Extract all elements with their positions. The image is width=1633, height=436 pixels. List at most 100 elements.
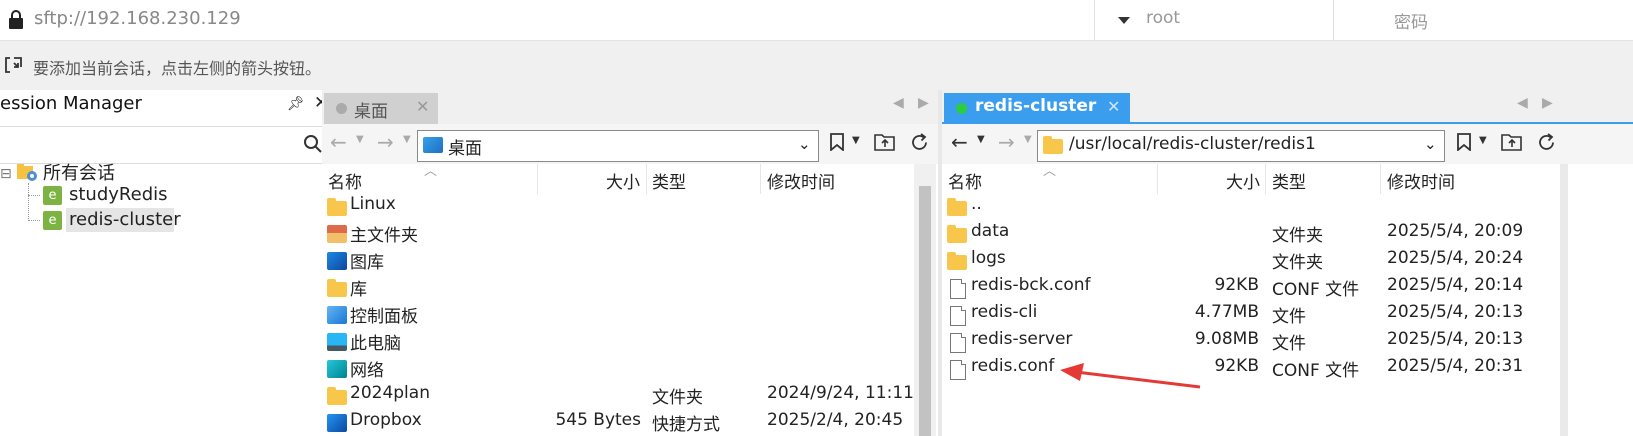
file-icon bbox=[950, 360, 966, 380]
file-name[interactable]: redis.conf bbox=[971, 356, 1054, 376]
remote-file-list bbox=[942, 164, 1633, 436]
file-name[interactable]: redis-bck.conf bbox=[971, 275, 1090, 295]
file-modified: 2025/5/4, 20:13 bbox=[1387, 302, 1524, 322]
back-icon[interactable]: ← bbox=[951, 130, 968, 154]
username-input[interactable]: root bbox=[1146, 8, 1180, 28]
file-name[interactable]: 控制面板 bbox=[350, 302, 418, 327]
remote-path-input[interactable]: /usr/local/redis-cluster/redis1 ⌄ bbox=[1037, 130, 1445, 162]
file-icon bbox=[950, 306, 966, 326]
url-input[interactable]: sftp://192.168.230.129 bbox=[34, 8, 241, 29]
back-icon[interactable]: ← bbox=[330, 130, 347, 154]
folder-icon bbox=[327, 198, 347, 216]
file-name[interactable]: Linux bbox=[350, 194, 396, 214]
dropbox-icon bbox=[327, 414, 347, 432]
file-name[interactable]: redis-server bbox=[971, 329, 1072, 349]
column-header-type[interactable]: 类型 bbox=[652, 168, 686, 193]
url-dropdown-icon[interactable] bbox=[1118, 17, 1130, 24]
file-modified: 2025/5/4, 20:31 bbox=[1387, 356, 1524, 376]
file-modified: 2025/5/4, 20:09 bbox=[1387, 221, 1524, 241]
bookmark-icon[interactable] bbox=[1457, 133, 1471, 151]
file-size: 4.77MB bbox=[1194, 302, 1259, 322]
tree-root-label[interactable]: 所有会话 bbox=[43, 159, 115, 185]
file-name[interactable]: 图库 bbox=[350, 248, 384, 273]
file-type: CONF 文件 bbox=[1272, 361, 1360, 381]
session-item-redis-cluster[interactable]: redis-cluster bbox=[69, 209, 181, 230]
connection-bar bbox=[0, 0, 1633, 41]
tab-close-icon[interactable]: ✕ bbox=[1107, 97, 1120, 116]
file-type: 快捷方式 bbox=[652, 415, 720, 435]
remote-path-text: /usr/local/redis-cluster/redis1 bbox=[1069, 134, 1316, 154]
refresh-icon[interactable] bbox=[1536, 132, 1557, 153]
local-path-input[interactable]: 桌面 ⌄ bbox=[417, 130, 819, 162]
bookmark-dropdown-icon[interactable]: ▼ bbox=[852, 135, 860, 146]
sort-ascending-icon: ︿ bbox=[1043, 164, 1057, 179]
lock-icon bbox=[9, 10, 23, 29]
file-name[interactable]: 此电脑 bbox=[350, 329, 401, 354]
file-name[interactable]: Dropbox bbox=[350, 410, 422, 430]
control-panel-icon bbox=[327, 306, 347, 324]
chevron-down-icon[interactable]: ⌄ bbox=[798, 135, 811, 153]
local-path-text: 桌面 bbox=[448, 139, 482, 159]
tab-remote-redis-cluster[interactable]: redis-cluster ✕ bbox=[944, 93, 1130, 124]
tab-scroll-left-icon[interactable]: ◀ bbox=[893, 95, 904, 111]
file-name[interactable]: 库 bbox=[350, 275, 367, 300]
password-input[interactable]: 密码 bbox=[1394, 8, 1428, 33]
file-size: 92KB bbox=[1214, 275, 1259, 295]
collapse-icon[interactable]: ⊟ bbox=[0, 166, 12, 182]
back-dropdown-icon[interactable]: ▼ bbox=[356, 134, 364, 145]
column-header-type[interactable]: 类型 bbox=[1272, 168, 1306, 193]
file-type: 文件夹 bbox=[1272, 253, 1323, 273]
file-name[interactable]: logs bbox=[971, 248, 1006, 268]
tab-scroll-left-icon[interactable]: ◀ bbox=[1517, 95, 1528, 111]
file-name[interactable]: redis-cli bbox=[971, 302, 1037, 322]
file-type: 文件 bbox=[1272, 334, 1306, 354]
file-type: 文件 bbox=[1272, 307, 1306, 327]
file-name[interactable]: 网络 bbox=[350, 356, 384, 381]
local-scrollbar-thumb[interactable] bbox=[919, 186, 931, 436]
tab-label: 桌面 bbox=[354, 102, 388, 122]
folder-icon bbox=[327, 279, 347, 297]
remote-scrollbar[interactable] bbox=[1560, 164, 1568, 436]
bookmark-icon[interactable] bbox=[830, 133, 844, 151]
file-size: 9.08MB bbox=[1194, 329, 1259, 349]
file-size: 92KB bbox=[1214, 356, 1259, 376]
forward-dropdown-icon[interactable]: ▼ bbox=[1024, 134, 1032, 145]
column-header-name[interactable]: 名称 bbox=[948, 168, 982, 193]
pin-icon[interactable]: 📌︎ bbox=[287, 96, 305, 112]
column-header-name[interactable]: 名称 bbox=[328, 168, 362, 193]
file-name[interactable]: 主文件夹 bbox=[350, 221, 418, 246]
forward-dropdown-icon[interactable]: ▼ bbox=[403, 134, 411, 145]
folder-icon bbox=[947, 225, 967, 243]
column-header-size[interactable]: 大小 bbox=[606, 168, 640, 193]
forward-icon[interactable]: → bbox=[377, 130, 394, 154]
back-dropdown-icon[interactable]: ▼ bbox=[977, 134, 985, 145]
column-header-size[interactable]: 大小 bbox=[1226, 168, 1260, 193]
refresh-icon[interactable] bbox=[909, 132, 930, 153]
session-icon: e bbox=[43, 186, 62, 205]
tab-label: redis-cluster bbox=[975, 96, 1097, 116]
file-modified: 2025/2/4, 20:45 bbox=[767, 410, 904, 430]
column-header-modified[interactable]: 修改时间 bbox=[1387, 168, 1455, 193]
file-name[interactable]: .. bbox=[971, 194, 982, 214]
add-session-icon[interactable] bbox=[5, 57, 23, 73]
hint-text: 要添加当前会话，点击左侧的箭头按钮。 bbox=[33, 59, 322, 78]
file-name[interactable]: 2024plan bbox=[350, 383, 430, 403]
column-header-modified[interactable]: 修改时间 bbox=[767, 168, 835, 193]
gallery-icon bbox=[327, 252, 347, 270]
file-modified: 2025/5/4, 20:14 bbox=[1387, 275, 1524, 295]
file-name[interactable]: data bbox=[971, 221, 1009, 241]
session-icon: e bbox=[43, 211, 62, 230]
tab-scroll-right-icon[interactable]: ▶ bbox=[918, 95, 929, 111]
parent-folder-icon[interactable] bbox=[874, 132, 896, 152]
tab-local-desktop[interactable]: 桌面 ✕ bbox=[324, 93, 438, 124]
tree-line bbox=[28, 183, 30, 221]
tab-scroll-right-icon[interactable]: ▶ bbox=[1542, 95, 1553, 111]
session-item-studyredis[interactable]: studyRedis bbox=[69, 184, 168, 205]
folder-icon bbox=[947, 252, 967, 270]
tab-close-icon[interactable]: ✕ bbox=[416, 97, 429, 116]
search-icon[interactable] bbox=[303, 134, 323, 154]
forward-icon[interactable]: → bbox=[998, 130, 1015, 154]
bookmark-dropdown-icon[interactable]: ▼ bbox=[1479, 135, 1487, 146]
chevron-down-icon[interactable]: ⌄ bbox=[1424, 135, 1437, 153]
parent-folder-icon[interactable] bbox=[1501, 132, 1523, 152]
